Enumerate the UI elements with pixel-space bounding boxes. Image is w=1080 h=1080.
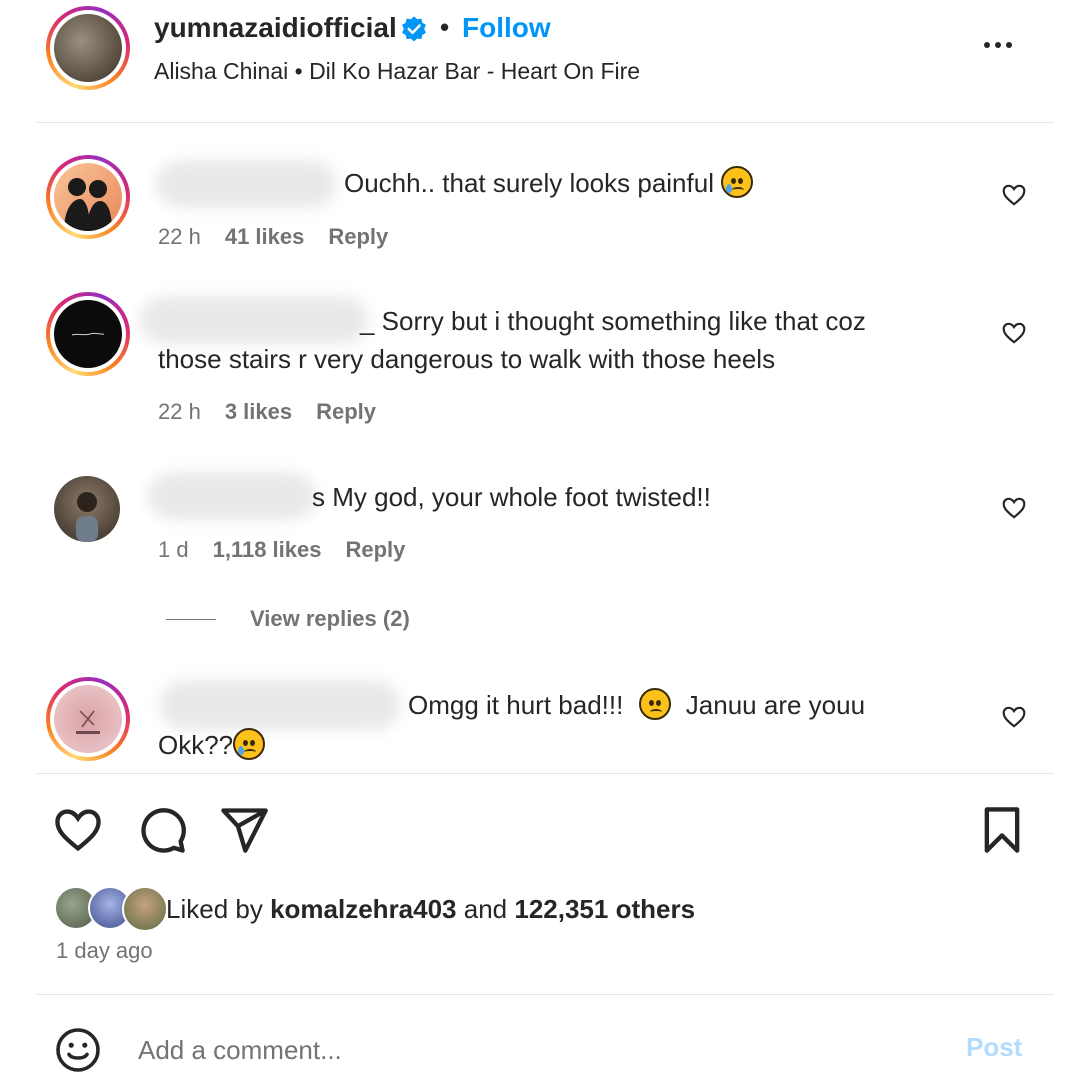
likes-count[interactable]: 122,351 others bbox=[514, 894, 695, 924]
comment-time: 22 h bbox=[158, 399, 201, 424]
sad-tear-emoji-icon bbox=[721, 166, 754, 198]
comment-text-line1: Omgg it hurt bad!!! Januu are youu bbox=[408, 688, 866, 720]
liker-avatar bbox=[122, 886, 168, 932]
blurred-username bbox=[148, 472, 316, 520]
verified-badge-icon bbox=[402, 16, 426, 42]
comment-meta: 22 h 3 likes Reply bbox=[158, 399, 376, 425]
comment-meta: 22 h 41 likes Reply bbox=[158, 224, 388, 250]
heart-icon[interactable] bbox=[52, 804, 104, 856]
comment-like-heart-icon[interactable] bbox=[1001, 182, 1027, 208]
actions-divider bbox=[36, 773, 1054, 774]
comment-icon[interactable] bbox=[136, 804, 188, 856]
commenter-avatar[interactable] bbox=[46, 155, 130, 239]
comment-meta: 1 d 1,118 likes Reply bbox=[158, 537, 405, 563]
liked-by-user[interactable]: komalzehra403 bbox=[270, 894, 456, 924]
comment-like-heart-icon[interactable] bbox=[1001, 320, 1027, 346]
blurred-username bbox=[140, 296, 368, 344]
bookmark-icon[interactable] bbox=[976, 804, 1028, 856]
comment-text-line1: _ Sorry but i thought something like tha… bbox=[360, 306, 866, 336]
comment-text: Ouchh.. that surely looks painful bbox=[344, 164, 754, 202]
comment-like-heart-icon[interactable] bbox=[1001, 495, 1027, 521]
comment-text-line2: those stairs r very dangerous to walk wi… bbox=[158, 344, 776, 374]
follow-button[interactable]: Follow bbox=[462, 12, 551, 44]
liked-by-text: Liked by komalzehra403 and 122,351 other… bbox=[166, 894, 696, 924]
commenter-avatar[interactable] bbox=[46, 292, 130, 376]
reply-button[interactable]: Reply bbox=[345, 537, 405, 563]
comment-time: 22 h bbox=[158, 224, 201, 249]
comment-time: 1 d bbox=[158, 537, 189, 562]
send-icon[interactable] bbox=[218, 804, 270, 856]
reply-button[interactable]: Reply bbox=[316, 399, 376, 425]
comment-box-divider bbox=[36, 994, 1054, 995]
author-avatar[interactable] bbox=[46, 6, 130, 90]
comment-text: s My god, your whole foot twisted!! bbox=[312, 482, 711, 512]
comment-likes[interactable]: 41 likes bbox=[225, 224, 305, 250]
blurred-username bbox=[156, 160, 336, 208]
commenter-avatar[interactable] bbox=[46, 677, 130, 761]
post-time: 1 day ago bbox=[56, 938, 153, 963]
likers-avatar-stack[interactable] bbox=[54, 886, 168, 932]
comment-likes[interactable]: 3 likes bbox=[225, 399, 292, 425]
more-options-icon[interactable] bbox=[978, 30, 1018, 60]
separator-dot: • bbox=[440, 12, 450, 42]
post-header: yumnazaidiofficial • Follow Alisha China… bbox=[0, 0, 1080, 122]
comment-likes[interactable]: 1,118 likes bbox=[213, 537, 322, 563]
emoji-picker-icon[interactable] bbox=[54, 1026, 102, 1074]
reply-button[interactable]: Reply bbox=[328, 224, 388, 250]
post-button[interactable]: Post bbox=[966, 1032, 1022, 1063]
audio-track[interactable]: Alisha Chinai • Dil Ko Hazar Bar - Heart… bbox=[154, 58, 640, 85]
author-username[interactable]: yumnazaidiofficial bbox=[154, 12, 397, 44]
pensive-emoji-icon bbox=[638, 688, 671, 720]
commenter-avatar[interactable] bbox=[54, 476, 120, 542]
comment-like-heart-icon[interactable] bbox=[1001, 704, 1027, 730]
crying-emoji-icon bbox=[233, 728, 266, 760]
blurred-username bbox=[160, 680, 400, 730]
comment-input[interactable] bbox=[138, 1030, 938, 1070]
header-divider bbox=[36, 122, 1054, 123]
comment-text-line2: Okk?? bbox=[158, 726, 266, 764]
view-replies-line bbox=[166, 618, 216, 620]
view-replies-label: View replies (2) bbox=[250, 606, 410, 631]
view-replies-button[interactable]: View replies (2) bbox=[166, 606, 410, 632]
